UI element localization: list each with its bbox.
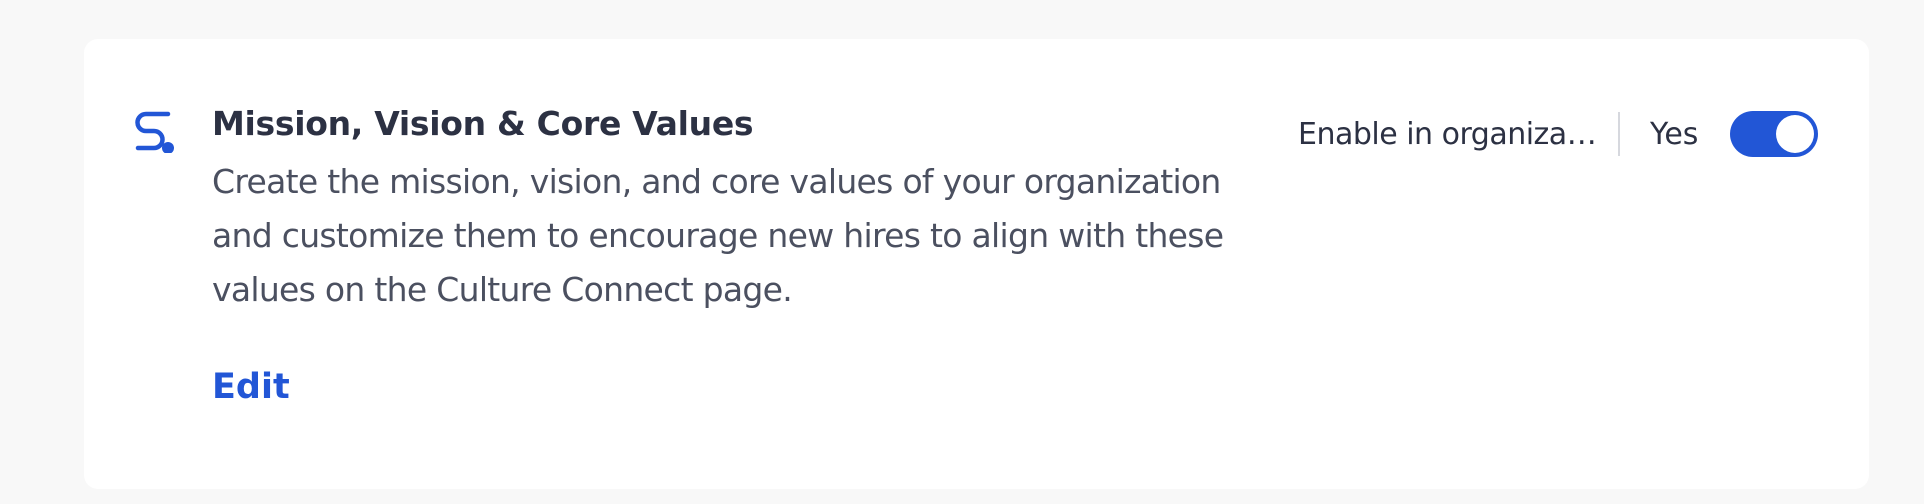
divider bbox=[1618, 112, 1620, 156]
route-icon bbox=[132, 109, 180, 153]
module-settings-card: Mission, Vision & Core Values Create the… bbox=[84, 39, 1869, 489]
enable-scope-select[interactable]: Enable in organization bbox=[1298, 117, 1598, 152]
module-controls: Enable in organization Yes bbox=[1298, 104, 1818, 164]
toggle-knob bbox=[1776, 115, 1814, 153]
module-title: Mission, Vision & Core Values bbox=[212, 104, 754, 143]
edit-link[interactable]: Edit bbox=[212, 365, 290, 409]
module-description: Create the mission, vision, and core val… bbox=[212, 162, 1224, 309]
enable-toggle[interactable] bbox=[1730, 111, 1818, 157]
enable-value-select[interactable]: Yes bbox=[1650, 117, 1710, 152]
module-content: Mission, Vision & Core Values Create the… bbox=[212, 101, 1252, 409]
